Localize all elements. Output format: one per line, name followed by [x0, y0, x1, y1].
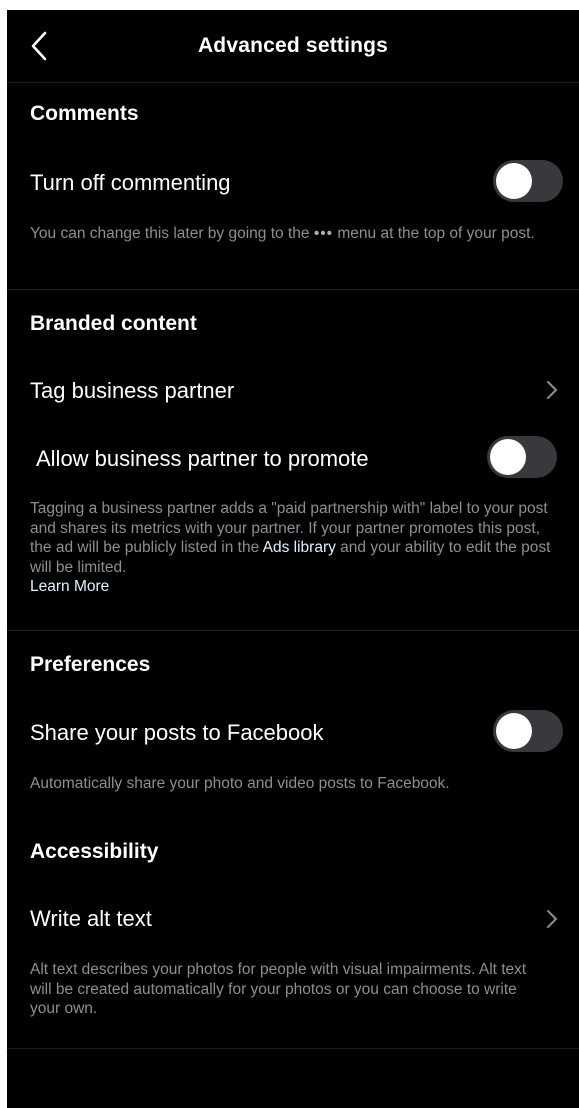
page-title: Advanced settings — [197, 34, 389, 57]
share-to-facebook-toggle[interactable] — [493, 710, 563, 752]
learn-more-link[interactable]: Learn More — [30, 578, 109, 595]
turn-off-commenting-label: Turn off commenting — [30, 170, 231, 195]
toggle-knob — [496, 163, 532, 199]
toggle-knob — [490, 439, 526, 475]
tag-business-partner-label: Tag business partner — [30, 378, 235, 403]
share-to-facebook-label: Share your posts to Facebook — [30, 720, 324, 745]
preferences-help-text: Automatically share your photo and video… — [30, 775, 450, 792]
branded-content-help-text: Tagging a business partner adds a "paid … — [30, 499, 565, 597]
advanced-settings-screen: Advanced settings Comments Turn off comm… — [7, 10, 579, 1108]
turn-off-commenting-toggle[interactable] — [493, 160, 563, 202]
allow-partner-promote-label: Allow business partner to promote — [36, 446, 369, 471]
section-title-branded-content: Branded content — [30, 312, 197, 335]
section-divider — [7, 1048, 579, 1049]
comments-help-text-before: You can change this later by going to th… — [30, 225, 314, 242]
allow-partner-promote-toggle[interactable] — [487, 436, 557, 478]
section-divider — [7, 289, 579, 290]
comments-help-text: You can change this later by going to th… — [30, 224, 565, 244]
write-alt-text-label: Write alt text — [30, 906, 152, 931]
nav-header: Advanced settings — [7, 10, 579, 83]
accessibility-help-text: Alt text describes your photos for peopl… — [30, 961, 527, 1017]
comments-help-text-after: menu at the top of your post. — [333, 225, 535, 242]
section-title-comments: Comments — [30, 102, 139, 125]
toggle-knob — [496, 713, 532, 749]
section-title-accessibility: Accessibility — [30, 840, 159, 863]
ads-library-link[interactable]: Ads library — [263, 539, 336, 556]
section-title-preferences: Preferences — [30, 653, 151, 676]
more-menu-icon: ••• — [313, 225, 334, 242]
section-divider — [7, 630, 579, 631]
chevron-right-icon — [547, 381, 557, 399]
chevron-right-icon — [547, 910, 557, 928]
